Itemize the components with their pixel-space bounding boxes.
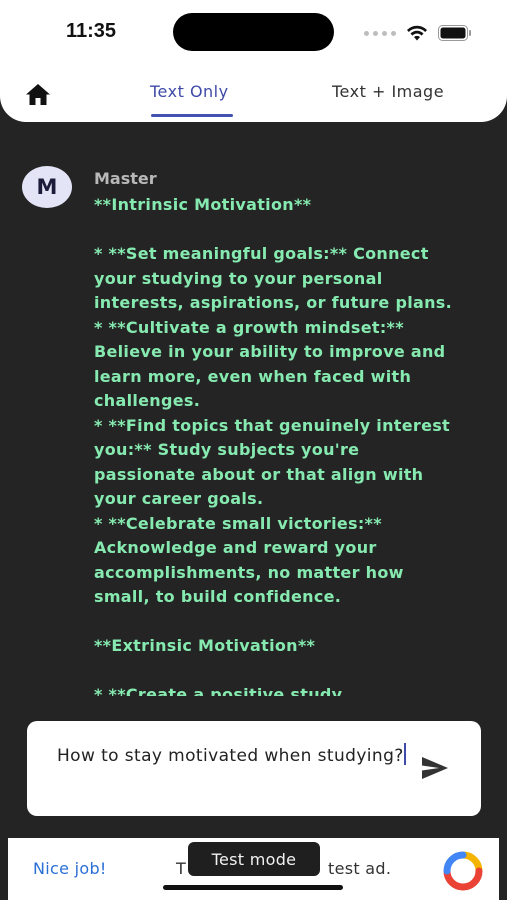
message-line: passionate about or that align with — [94, 464, 424, 484]
ad-nice-job-text: Nice job! — [33, 859, 107, 878]
home-indicator — [163, 885, 343, 890]
message-line: Acknowledge and reward your — [94, 538, 377, 557]
status-icons — [364, 22, 472, 44]
message-line: your studying to your personal — [94, 268, 383, 288]
ad-right-text: test ad. — [328, 859, 392, 878]
signal-dots-icon — [364, 30, 396, 36]
send-icon[interactable] — [420, 755, 450, 781]
ad-middle-text: T — [176, 859, 187, 878]
status-time: 11:35 — [66, 20, 117, 42]
message-sender: Master — [94, 169, 157, 188]
tab-bar: Text Only Text + Image — [0, 70, 507, 120]
message-line: * **Create a positive study — [94, 685, 343, 696]
message-line: challenges. — [94, 391, 201, 410]
chat-message-body: **Intrinsic Motivation** * **Set meaning… — [94, 193, 484, 696]
message-line — [94, 610, 484, 635]
active-tab-indicator — [151, 114, 233, 117]
message-line: Believe in your ability to improve and — [94, 342, 446, 361]
message-line — [94, 218, 484, 243]
prompt-input-value: How to stay motivated when studying? — [57, 746, 404, 766]
message-line: * **Celebrate small victories:** — [94, 513, 382, 533]
prompt-input-text[interactable]: How to stay motivated when studying? — [57, 743, 407, 769]
prompt-input[interactable]: How to stay motivated when studying? — [27, 721, 481, 816]
battery-icon — [438, 25, 471, 41]
tab-text-image[interactable]: Text + Image — [332, 82, 444, 101]
message-line: interests, aspirations, or future plans. — [94, 293, 452, 312]
message-line: **Intrinsic Motivation** — [94, 195, 312, 214]
message-line: learn more, even when faced with — [94, 366, 412, 386]
test-mode-toast: Test mode — [188, 842, 320, 876]
message-line — [94, 659, 484, 684]
home-icon[interactable] — [24, 82, 52, 108]
avatar: M — [22, 166, 72, 208]
message-line: * **Set meaningful goals:** Connect — [94, 244, 429, 263]
dynamic-island — [173, 13, 334, 51]
top-app-bar: 11:35 Text Only Text + Image — [0, 0, 507, 122]
message-line: * **Cultivate a growth mindset:** — [94, 317, 404, 337]
ad-logo-icon — [443, 851, 483, 891]
message-line: small, to build confidence. — [94, 587, 342, 606]
message-line: **Extrinsic Motivation** — [94, 636, 316, 655]
message-line: you:** Study subjects you're — [94, 440, 360, 459]
message-line: accomplishments, no matter how — [94, 562, 404, 582]
message-line: your career goals. — [94, 489, 264, 508]
wifi-icon — [407, 25, 427, 41]
message-line: * **Find topics that genuinely interest — [94, 415, 450, 435]
tab-text-only[interactable]: Text Only — [150, 82, 229, 101]
text-caret — [403, 743, 406, 765]
